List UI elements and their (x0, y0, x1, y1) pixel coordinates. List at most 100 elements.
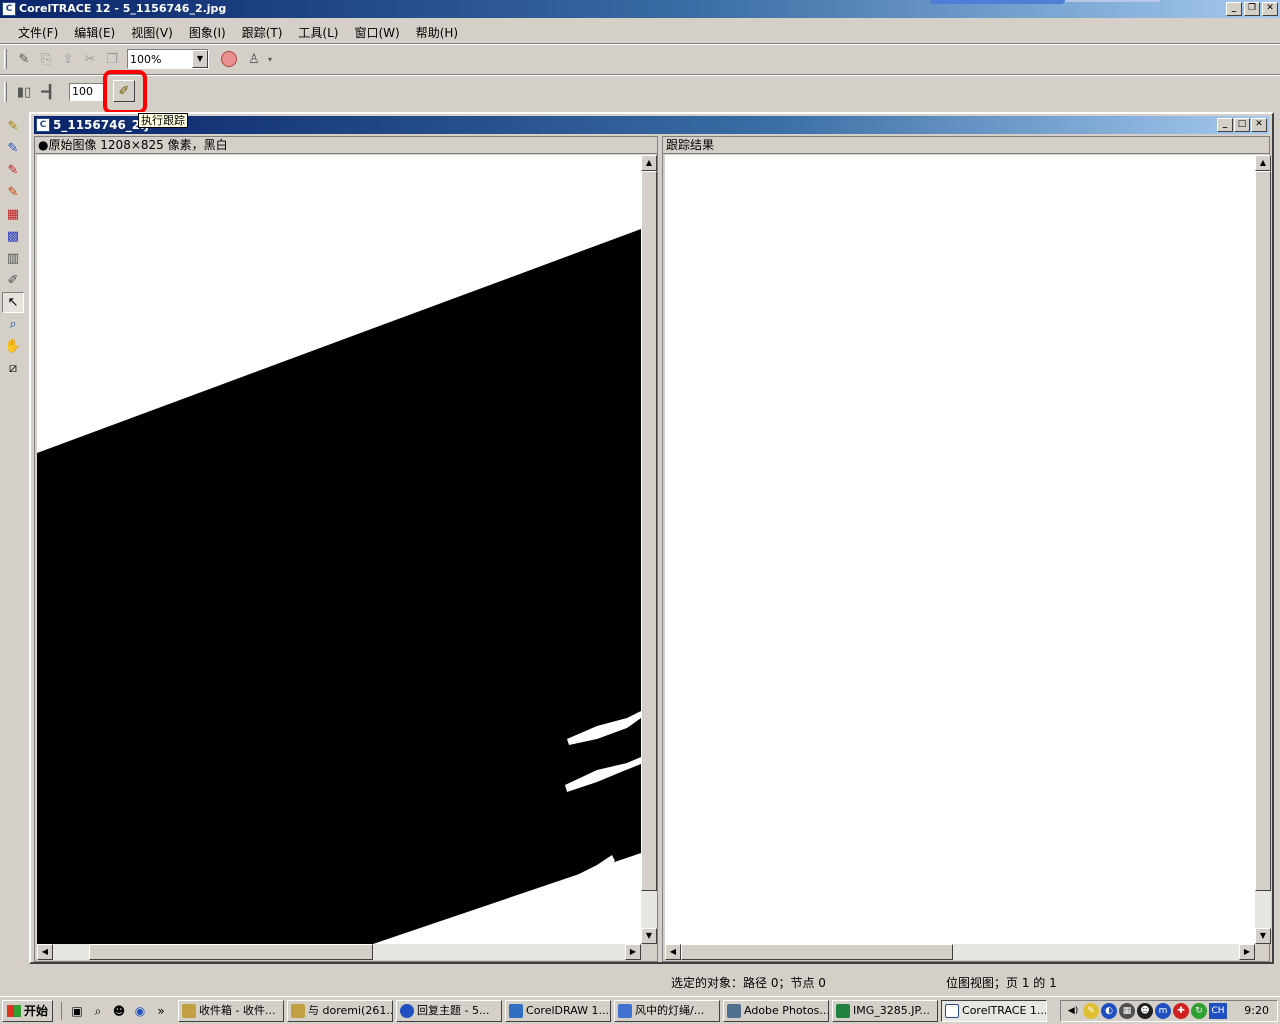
smoothing-slider-icon[interactable]: ▮▯ (13, 81, 35, 103)
maxthon-icon[interactable]: ◉ (131, 1002, 149, 1020)
scroll-left-icon[interactable]: ◀ (37, 944, 53, 960)
task-button-coreldraw[interactable]: CorelDRAW 1... (505, 999, 612, 1022)
document-icon[interactable]: C (36, 118, 50, 132)
task-button-reply[interactable]: 回复主题 - 5... (396, 999, 503, 1022)
quick-launch: ▣ ⌕ ☻ ◉ » (61, 1001, 170, 1020)
sync-icon[interactable]: ↻ (1191, 1003, 1207, 1019)
zoom-dropdown[interactable]: 100% ▼ (127, 49, 209, 69)
property-toolbar: ▮▯ ━▎ 100 (0, 78, 300, 106)
coreltrace-app-icon[interactable]: C (2, 2, 16, 16)
doc-minimize-button[interactable]: _ (1217, 118, 1233, 132)
restore-button[interactable]: ❐ (1244, 2, 1260, 16)
mosaic-icon[interactable]: ▩ (2, 226, 24, 247)
doc-maximize-button[interactable]: □ (1234, 118, 1250, 132)
zoom-tool-icon[interactable]: ⌕ (2, 314, 24, 335)
close-button[interactable]: ✕ (1262, 2, 1278, 16)
trace-result-header: 跟踪结果 (663, 137, 1269, 154)
copy-icon[interactable]: ❐ (101, 48, 123, 70)
pen-trace-icon[interactable]: ✎ (2, 116, 24, 137)
maxthon-tray-icon[interactable]: m (1155, 1003, 1171, 1019)
image-viewer-icon (836, 1003, 851, 1018)
outline-icon[interactable]: ✎ (2, 160, 24, 181)
taskbar: 开始 ▣ ⌕ ☻ ◉ » 收件箱 - 收件... 与 doremi(261...… (0, 996, 1280, 1024)
centerline-icon[interactable]: ✎ (2, 138, 24, 159)
title-decoration (930, 0, 1065, 4)
horizontal-scroll-thumb[interactable] (89, 944, 373, 960)
highlight-circle (103, 70, 147, 114)
doc-close-button[interactable]: ✕ (1251, 118, 1267, 132)
result-horizontal-scrollbar[interactable]: ◀ ▶ (665, 944, 1255, 960)
original-image-canvas[interactable] (37, 155, 641, 944)
monitor-icon[interactable]: ▦ (1119, 1003, 1135, 1019)
sketch-icon[interactable]: ✎ (2, 182, 24, 203)
scroll-up-icon[interactable]: ▲ (641, 155, 657, 171)
scroll-right-icon[interactable]: ▶ (1239, 944, 1255, 960)
eraser-tool-icon[interactable]: ⧄ (2, 358, 24, 379)
record-icon[interactable] (221, 51, 237, 67)
qq-icon[interactable]: ☻ (110, 1002, 128, 1020)
menu-file[interactable]: 文件(F) (10, 24, 66, 41)
toolbar-grip[interactable] (4, 49, 7, 69)
trace-mode-icon[interactable]: ♙ (243, 48, 265, 70)
horizontal-scroll-thumb[interactable] (681, 944, 953, 960)
task-button-photoshop[interactable]: Adobe Photos... (723, 999, 830, 1022)
menu-edit[interactable]: 编辑(E) (66, 24, 123, 41)
scroll-up-icon[interactable]: ▲ (1255, 155, 1271, 171)
scroll-down-icon[interactable]: ▼ (641, 928, 657, 944)
vertical-scroll-thumb[interactable] (641, 171, 657, 891)
show-desktop-icon[interactable]: ▣ (68, 1002, 86, 1020)
qq-tray-icon[interactable]: ☻ (1137, 1003, 1153, 1019)
vertical-scroll-thumb[interactable] (1255, 171, 1271, 891)
original-horizontal-scrollbar[interactable]: ◀ ▶ (37, 944, 641, 960)
scroll-left-icon[interactable]: ◀ (665, 944, 681, 960)
minimize-button[interactable]: _ (1226, 2, 1242, 16)
task-button-inbox[interactable]: 收件箱 - 收件... (178, 999, 285, 1022)
browser-icon (400, 1003, 415, 1018)
export-icon[interactable]: ⇪ (57, 48, 79, 70)
explorer-icon[interactable]: ⌕ (89, 1002, 107, 1020)
app-title-bar: C CorelTRACE 12 - 5_1156746_2.jpg _ ❐ ✕ (0, 0, 1280, 18)
title-decoration-2 (1065, 0, 1160, 2)
pen-tray-icon[interactable]: ✎ (1083, 1003, 1099, 1019)
menu-trace[interactable]: 跟踪(T) (234, 24, 291, 41)
app-title: CorelTRACE 12 - 5_1156746_2.jpg (19, 2, 227, 15)
woodcut-icon[interactable]: ▦ (2, 204, 24, 225)
toolbar-grip-2[interactable] (4, 82, 7, 102)
save-icon[interactable]: ⎘ (35, 48, 57, 70)
scroll-down-icon[interactable]: ▼ (1255, 928, 1271, 944)
hand-tool-icon[interactable]: ✋ (2, 336, 24, 357)
trace-result-canvas[interactable] (665, 155, 1255, 944)
menu-window[interactable]: 窗口(W) (346, 24, 407, 41)
menu-image[interactable]: 图象(I) (181, 24, 234, 41)
ime-indicator[interactable]: CH (1209, 1003, 1227, 1019)
menu-view[interactable]: 视图(V) (123, 24, 181, 41)
selection-status: 选定的对象：路径 0；节点 0 (671, 976, 826, 990)
volume-icon[interactable]: ◀) (1065, 1003, 1081, 1019)
start-button[interactable]: 开始 (2, 999, 54, 1022)
antivirus-icon[interactable]: ✚ (1173, 1003, 1189, 1019)
task-button-chat[interactable]: 与 doremi(261... (287, 999, 394, 1022)
pick-tool-icon[interactable]: ↖ (2, 292, 24, 313)
more-chevron-icon[interactable]: » (152, 1002, 170, 1020)
network-icon[interactable]: ◐ (1101, 1003, 1117, 1019)
task-button-folder[interactable]: 风中的灯绳/... (614, 999, 721, 1022)
chevron-down-icon[interactable]: ▼ (192, 50, 208, 68)
menu-tools[interactable]: 工具(L) (290, 24, 346, 41)
scroll-right-icon[interactable]: ▶ (625, 944, 641, 960)
ocr-icon[interactable]: ✐ (2, 270, 24, 291)
cut-icon[interactable]: ✂ (79, 48, 101, 70)
chat-icon (291, 1003, 306, 1018)
3d-mosaic-icon[interactable]: ▥ (2, 248, 24, 269)
start-label: 开始 (24, 1004, 49, 1018)
task-button-coreltrace[interactable]: CorelTRACE 1... (941, 999, 1048, 1022)
task-button-image[interactable]: IMG_3285.JP... (832, 999, 939, 1022)
clock[interactable]: 9:20 (1244, 1004, 1269, 1017)
menu-help[interactable]: 帮助(H) (408, 24, 466, 41)
smoothing-value-input[interactable]: 100 (69, 83, 105, 101)
open-icon[interactable]: ✎ (13, 48, 35, 70)
result-vertical-scrollbar[interactable]: ▲ ▼ (1255, 155, 1271, 944)
original-vertical-scrollbar[interactable]: ▲ ▼ (641, 155, 657, 944)
trace-mode-dropdown-icon[interactable]: ▾ (265, 48, 275, 70)
line-width-icon[interactable]: ━▎ (35, 81, 65, 103)
standard-toolbar: ✎ ⎘ ⇪ ✂ ❐ 100% ▼ ♙ ▾ (0, 46, 300, 72)
